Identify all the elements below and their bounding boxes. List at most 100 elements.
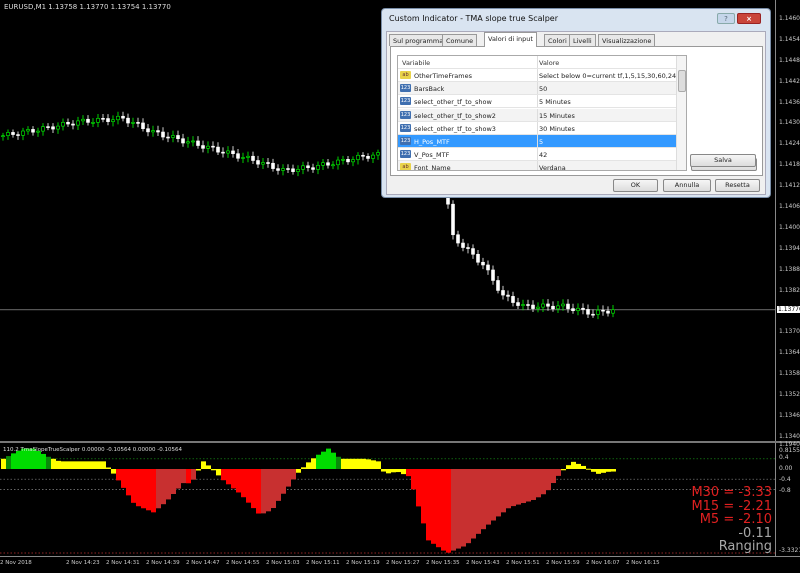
variable-value[interactable]: 5 bbox=[539, 138, 543, 146]
input-row[interactable]: ab OtherTimeFrames Select below 0=current … bbox=[398, 69, 686, 82]
candle bbox=[111, 115, 115, 127]
histogram-bar bbox=[531, 469, 536, 500]
candle bbox=[296, 165, 300, 177]
candle bbox=[131, 117, 135, 128]
ok-button[interactable]: OK bbox=[613, 179, 658, 192]
histogram-bar bbox=[611, 469, 616, 472]
candle bbox=[256, 155, 260, 168]
candle bbox=[566, 299, 570, 313]
candle bbox=[151, 125, 155, 137]
variable-value[interactable]: 50 bbox=[539, 85, 547, 93]
input-row[interactable]: ab Font_Name Verdana bbox=[398, 161, 676, 171]
histogram-bar bbox=[211, 469, 216, 471]
time-axis[interactable]: 2 Nov 2018 2 Nov 14:23 2 Nov 14:31 2 Nov 14… bbox=[0, 556, 800, 573]
variable-value[interactable]: 42 bbox=[539, 151, 547, 159]
variable-value[interactable]: Select below 0=current tf,1,5,15,30,60,2… bbox=[539, 72, 686, 80]
candle bbox=[526, 299, 530, 310]
close-button[interactable]: × bbox=[737, 13, 761, 24]
reset-button[interactable]: Resetta bbox=[715, 179, 760, 192]
histogram-bar bbox=[171, 469, 176, 494]
histogram-bar bbox=[281, 469, 286, 494]
histogram-bar bbox=[106, 467, 111, 469]
tab-sul-programma[interactable]: Sul programma bbox=[389, 34, 448, 46]
candle bbox=[456, 230, 460, 247]
candle bbox=[41, 123, 45, 136]
variable-name: select_other_tf_to_show3 bbox=[414, 124, 496, 133]
candle bbox=[186, 136, 190, 148]
variable-value[interactable]: 15 Minutes bbox=[539, 112, 575, 120]
column-divider bbox=[537, 108, 538, 121]
tab-livelli[interactable]: Livelli bbox=[569, 34, 596, 46]
candle bbox=[301, 161, 305, 175]
candle bbox=[241, 152, 245, 163]
dialog-body: Sul programma Comune Valori di input Colori… bbox=[386, 31, 766, 195]
candle bbox=[181, 133, 185, 147]
tab-comune[interactable]: Comune bbox=[442, 34, 478, 46]
input-row[interactable]: 123 V_Pos_MTF 42 bbox=[398, 148, 676, 162]
histogram-bar bbox=[431, 469, 436, 544]
input-row[interactable]: 123 H_Pos_MTF 5 bbox=[398, 135, 676, 148]
candle bbox=[461, 238, 465, 252]
histogram-bar bbox=[71, 461, 76, 469]
time-label: 2 Nov 15:43 bbox=[466, 560, 500, 566]
input-row[interactable]: 123 select_other_tf_to_show2 15 Minutes bbox=[398, 108, 676, 122]
indicator-name: 110.2 TmaSlopeTrueScalper 0.00000 -0.105… bbox=[3, 447, 183, 453]
candle bbox=[11, 129, 15, 138]
histogram-bar bbox=[1, 458, 6, 469]
time-label: 2 Nov 15:51 bbox=[506, 560, 540, 566]
candle bbox=[491, 265, 495, 285]
variable-value[interactable]: 30 Minutes bbox=[539, 125, 575, 133]
histogram-bar bbox=[231, 469, 236, 489]
candle bbox=[606, 306, 610, 317]
indicator-pane[interactable] bbox=[0, 443, 775, 556]
price-label: 1.13525 bbox=[779, 391, 800, 399]
candle bbox=[581, 303, 585, 315]
variable-name: Font_Name bbox=[414, 164, 451, 171]
candle bbox=[586, 304, 590, 318]
price-label: 1.14365 bbox=[779, 98, 800, 106]
histogram-bar bbox=[546, 469, 551, 491]
save-button[interactable]: Salva bbox=[690, 154, 756, 167]
input-row[interactable]: 123 select_other_tf_to_show3 30 Minutes bbox=[398, 121, 676, 135]
candle bbox=[36, 127, 40, 137]
candle bbox=[276, 164, 280, 175]
candle bbox=[216, 142, 220, 156]
histogram-bar bbox=[586, 468, 591, 470]
price-label: 1.14545 bbox=[779, 35, 800, 43]
histogram-bar bbox=[46, 456, 51, 469]
vertical-scrollbar[interactable] bbox=[676, 56, 686, 170]
candle bbox=[196, 136, 200, 149]
histogram-bar bbox=[96, 461, 101, 469]
variable-value[interactable]: 5 Minutes bbox=[539, 98, 571, 106]
scroll-thumb[interactable] bbox=[678, 70, 686, 92]
histogram-bar bbox=[421, 469, 426, 524]
tab-visualizzazione[interactable]: Visualizzazione bbox=[598, 34, 656, 46]
histogram-bar bbox=[426, 469, 431, 541]
input-row[interactable]: 123 BarsBack 50 bbox=[398, 82, 676, 96]
tab-valori-di-input[interactable]: Valori di input bbox=[484, 32, 537, 47]
histogram-bar bbox=[186, 469, 191, 484]
price-label: 1.13585 bbox=[779, 370, 800, 378]
histogram-bar bbox=[271, 469, 276, 509]
price-label: 1.13465 bbox=[779, 412, 800, 420]
candle bbox=[471, 244, 475, 259]
input-row[interactable]: 123 select_other_tf_to_show 5 Minutes bbox=[398, 95, 676, 109]
histogram-bar bbox=[556, 469, 561, 476]
column-divider bbox=[537, 82, 538, 95]
histogram-bar bbox=[401, 469, 406, 475]
variable-value[interactable]: Verdana bbox=[539, 164, 566, 170]
tab-colori[interactable]: Colori bbox=[544, 34, 571, 46]
histogram-bar bbox=[441, 469, 446, 551]
candle bbox=[286, 164, 290, 173]
help-button[interactable]: ? bbox=[717, 13, 735, 24]
variable-name: OtherTimeFrames bbox=[414, 72, 473, 80]
histogram-bar bbox=[316, 454, 321, 469]
candle bbox=[51, 123, 55, 133]
cancel-button[interactable]: Annulla bbox=[663, 179, 711, 192]
histogram-bar bbox=[376, 461, 381, 469]
price-axis[interactable]: 1.14605 1.14545 1.14485 1.14425 1.14365 1.143… bbox=[775, 0, 800, 441]
candle bbox=[546, 299, 550, 311]
candle bbox=[601, 305, 605, 316]
price-label: 1.13705 bbox=[779, 328, 800, 336]
histogram-bar bbox=[391, 469, 396, 473]
